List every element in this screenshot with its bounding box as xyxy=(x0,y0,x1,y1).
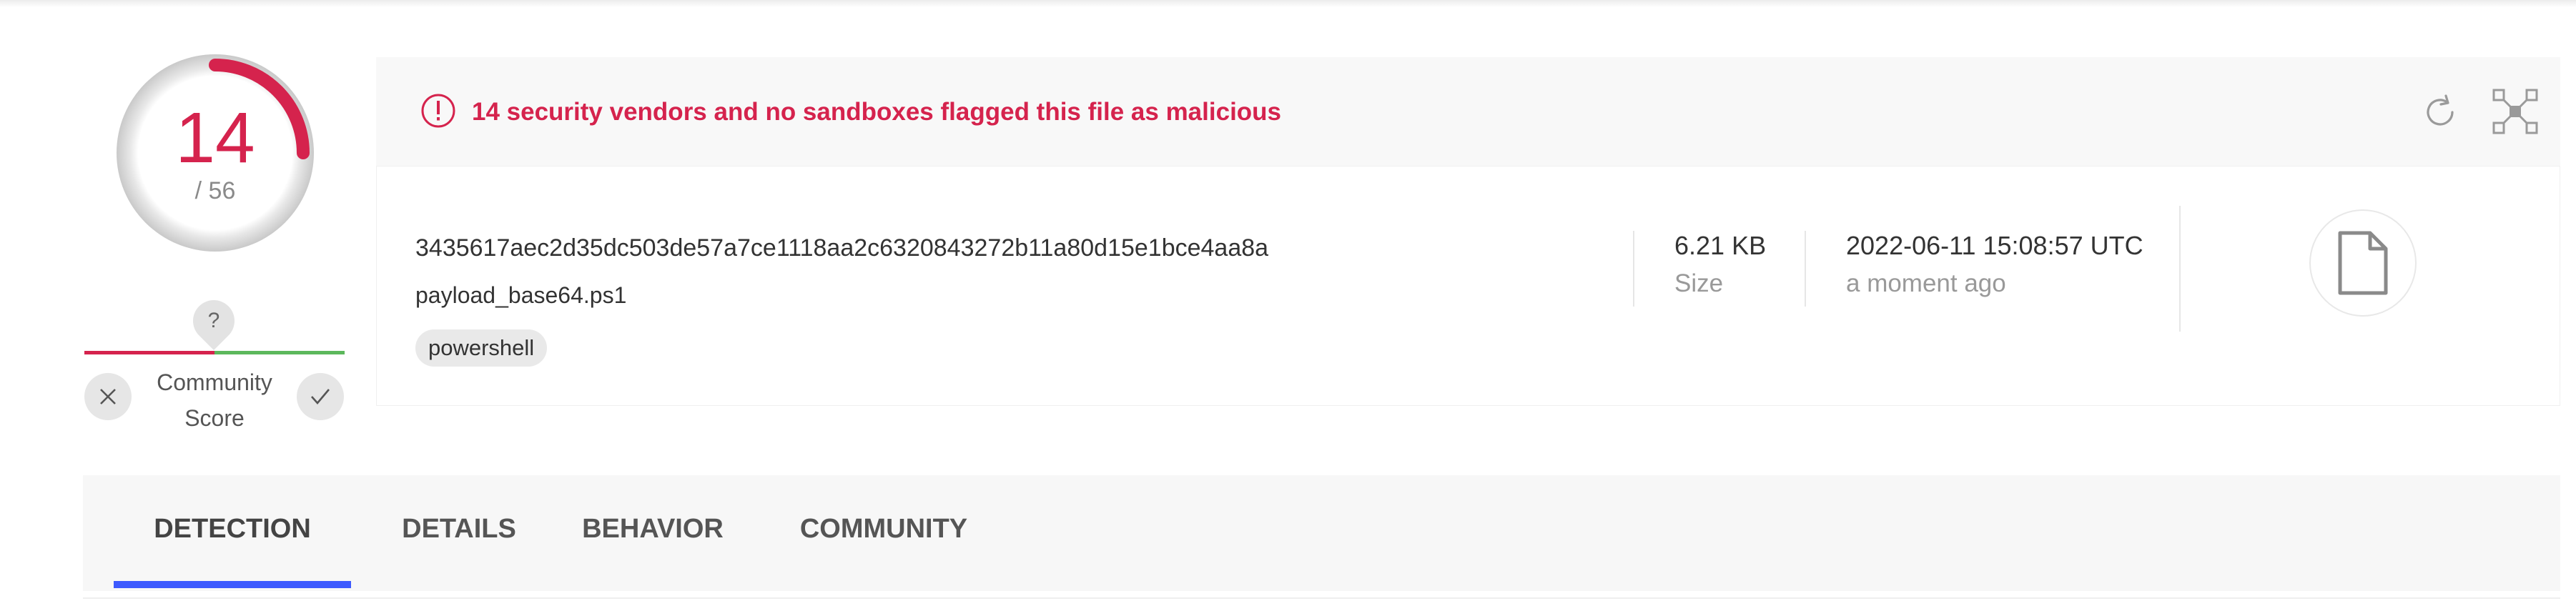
tab-details[interactable]: DETAILS xyxy=(390,475,528,591)
tab-behavior[interactable]: BEHAVIOR xyxy=(569,475,736,591)
exclamation-circle-icon xyxy=(421,94,455,128)
question-icon: ? xyxy=(207,309,220,332)
community-score: ? Community Score xyxy=(82,291,347,436)
check-icon xyxy=(311,389,330,404)
graph-icon[interactable] xyxy=(2492,89,2538,134)
community-bar-harmless xyxy=(214,351,345,354)
community-label-line1: Community xyxy=(157,369,272,395)
file-name: payload_base64.ps1 xyxy=(415,282,627,308)
divider xyxy=(2179,206,2181,332)
community-score-label: Community Score xyxy=(139,364,290,436)
detection-alert-bar: 14 security vendors and no sandboxes fla… xyxy=(376,57,2560,166)
active-tab-indicator xyxy=(114,581,351,588)
last-analysis-relative: a moment ago xyxy=(1846,269,2006,297)
detection-score-gauge: 14 / 56 xyxy=(114,52,316,254)
community-label-line2: Score xyxy=(184,405,245,431)
file-size-value: 6.21 KB xyxy=(1674,231,1767,260)
vote-malicious-button[interactable] xyxy=(84,373,132,420)
file-icon xyxy=(2338,231,2388,295)
x-icon xyxy=(100,389,116,404)
file-type-badge xyxy=(2309,209,2417,317)
tab-detection[interactable]: DETECTION xyxy=(114,475,351,591)
report-tabs: DETECTION DETAILS BEHAVIOR COMMUNITY xyxy=(83,475,2560,591)
tab-community[interactable]: COMMUNITY xyxy=(776,475,991,591)
refresh-icon[interactable] xyxy=(2421,93,2459,131)
detection-alert-text: 14 security vendors and no sandboxes fla… xyxy=(472,98,1282,126)
content-divider xyxy=(83,597,2560,599)
file-hash[interactable]: 3435617aec2d35dc503de57a7ce1118aa2c63208… xyxy=(415,234,1268,262)
community-bar-malicious xyxy=(84,351,214,354)
file-info-card: 3435617aec2d35dc503de57a7ce1118aa2c63208… xyxy=(376,166,2560,406)
divider xyxy=(1805,231,1806,307)
file-tag[interactable]: powershell xyxy=(415,329,548,367)
top-shadow xyxy=(0,0,2576,7)
divider xyxy=(1633,231,1634,307)
detection-total: / 56 xyxy=(194,177,236,204)
last-analysis-date: 2022-06-11 15:08:57 UTC xyxy=(1846,231,2143,260)
vote-harmless-button[interactable] xyxy=(297,373,344,420)
detection-count: 14 xyxy=(175,98,255,178)
file-size-label: Size xyxy=(1674,269,1724,297)
